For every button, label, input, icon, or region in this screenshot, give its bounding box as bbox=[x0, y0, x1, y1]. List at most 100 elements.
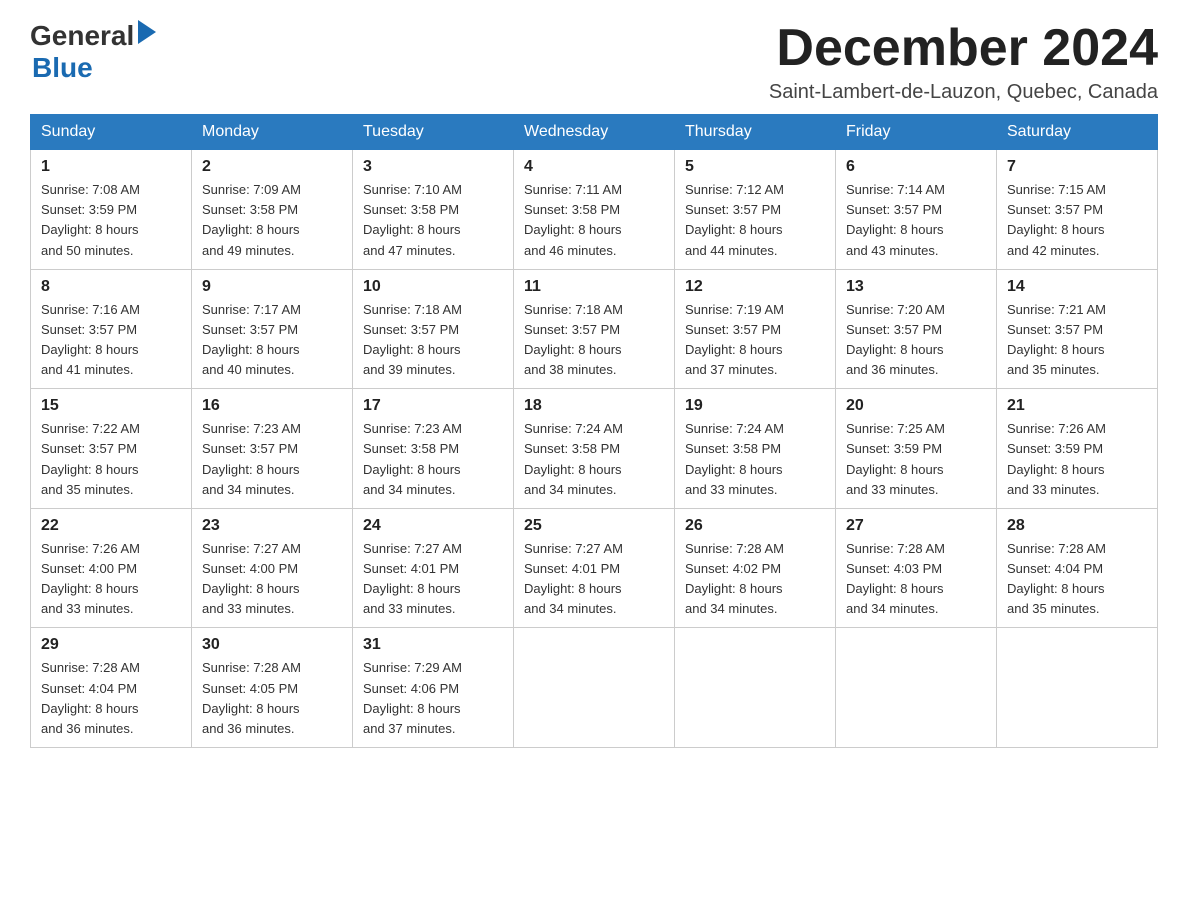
day-info: Sunrise: 7:21 AM Sunset: 3:57 PM Dayligh… bbox=[1007, 300, 1147, 381]
day-number: 10 bbox=[363, 278, 503, 296]
day-number: 21 bbox=[1007, 397, 1147, 415]
calendar-cell: 11 Sunrise: 7:18 AM Sunset: 3:57 PM Dayl… bbox=[514, 269, 675, 389]
day-info: Sunrise: 7:15 AM Sunset: 3:57 PM Dayligh… bbox=[1007, 180, 1147, 261]
logo-general: General bbox=[30, 20, 134, 52]
day-info: Sunrise: 7:14 AM Sunset: 3:57 PM Dayligh… bbox=[846, 180, 986, 261]
header-tuesday: Tuesday bbox=[353, 115, 514, 150]
title-block: December 2024 Saint-Lambert-de-Lauzon, Q… bbox=[769, 20, 1158, 104]
day-number: 13 bbox=[846, 278, 986, 296]
calendar-cell: 14 Sunrise: 7:21 AM Sunset: 3:57 PM Dayl… bbox=[997, 269, 1158, 389]
day-info: Sunrise: 7:27 AM Sunset: 4:01 PM Dayligh… bbox=[524, 539, 664, 620]
calendar-cell: 30 Sunrise: 7:28 AM Sunset: 4:05 PM Dayl… bbox=[192, 628, 353, 748]
calendar-cell bbox=[514, 628, 675, 748]
day-number: 16 bbox=[202, 397, 342, 415]
month-title: December 2024 bbox=[769, 20, 1158, 77]
calendar-cell: 29 Sunrise: 7:28 AM Sunset: 4:04 PM Dayl… bbox=[31, 628, 192, 748]
location: Saint-Lambert-de-Lauzon, Quebec, Canada bbox=[769, 81, 1158, 104]
day-info: Sunrise: 7:23 AM Sunset: 3:58 PM Dayligh… bbox=[363, 419, 503, 500]
calendar-cell: 6 Sunrise: 7:14 AM Sunset: 3:57 PM Dayli… bbox=[836, 150, 997, 270]
day-number: 2 bbox=[202, 158, 342, 176]
calendar-cell: 2 Sunrise: 7:09 AM Sunset: 3:58 PM Dayli… bbox=[192, 150, 353, 270]
logo: General Blue bbox=[30, 20, 156, 84]
day-info: Sunrise: 7:09 AM Sunset: 3:58 PM Dayligh… bbox=[202, 180, 342, 261]
day-info: Sunrise: 7:28 AM Sunset: 4:04 PM Dayligh… bbox=[1007, 539, 1147, 620]
day-info: Sunrise: 7:08 AM Sunset: 3:59 PM Dayligh… bbox=[41, 180, 181, 261]
header-sunday: Sunday bbox=[31, 115, 192, 150]
day-info: Sunrise: 7:22 AM Sunset: 3:57 PM Dayligh… bbox=[41, 419, 181, 500]
day-info: Sunrise: 7:17 AM Sunset: 3:57 PM Dayligh… bbox=[202, 300, 342, 381]
calendar-cell: 28 Sunrise: 7:28 AM Sunset: 4:04 PM Dayl… bbox=[997, 508, 1158, 628]
day-info: Sunrise: 7:24 AM Sunset: 3:58 PM Dayligh… bbox=[524, 419, 664, 500]
calendar-cell: 4 Sunrise: 7:11 AM Sunset: 3:58 PM Dayli… bbox=[514, 150, 675, 270]
calendar-cell: 10 Sunrise: 7:18 AM Sunset: 3:57 PM Dayl… bbox=[353, 269, 514, 389]
day-info: Sunrise: 7:27 AM Sunset: 4:00 PM Dayligh… bbox=[202, 539, 342, 620]
calendar-cell: 13 Sunrise: 7:20 AM Sunset: 3:57 PM Dayl… bbox=[836, 269, 997, 389]
calendar-cell: 9 Sunrise: 7:17 AM Sunset: 3:57 PM Dayli… bbox=[192, 269, 353, 389]
day-number: 12 bbox=[685, 278, 825, 296]
day-number: 25 bbox=[524, 517, 664, 535]
day-number: 11 bbox=[524, 278, 664, 296]
day-number: 1 bbox=[41, 158, 181, 176]
day-info: Sunrise: 7:23 AM Sunset: 3:57 PM Dayligh… bbox=[202, 419, 342, 500]
calendar-week-row-3: 22 Sunrise: 7:26 AM Sunset: 4:00 PM Dayl… bbox=[31, 508, 1158, 628]
day-number: 6 bbox=[846, 158, 986, 176]
header-monday: Monday bbox=[192, 115, 353, 150]
day-info: Sunrise: 7:19 AM Sunset: 3:57 PM Dayligh… bbox=[685, 300, 825, 381]
calendar-cell: 8 Sunrise: 7:16 AM Sunset: 3:57 PM Dayli… bbox=[31, 269, 192, 389]
calendar-table: Sunday Monday Tuesday Wednesday Thursday… bbox=[30, 114, 1158, 748]
header-thursday: Thursday bbox=[675, 115, 836, 150]
calendar-week-row-1: 8 Sunrise: 7:16 AM Sunset: 3:57 PM Dayli… bbox=[31, 269, 1158, 389]
day-number: 7 bbox=[1007, 158, 1147, 176]
calendar-cell: 12 Sunrise: 7:19 AM Sunset: 3:57 PM Dayl… bbox=[675, 269, 836, 389]
calendar-cell: 25 Sunrise: 7:27 AM Sunset: 4:01 PM Dayl… bbox=[514, 508, 675, 628]
calendar-cell: 15 Sunrise: 7:22 AM Sunset: 3:57 PM Dayl… bbox=[31, 389, 192, 509]
page-header: General Blue December 2024 Saint-Lambert… bbox=[30, 20, 1158, 104]
day-info: Sunrise: 7:16 AM Sunset: 3:57 PM Dayligh… bbox=[41, 300, 181, 381]
day-info: Sunrise: 7:29 AM Sunset: 4:06 PM Dayligh… bbox=[363, 658, 503, 739]
calendar-cell: 3 Sunrise: 7:10 AM Sunset: 3:58 PM Dayli… bbox=[353, 150, 514, 270]
day-number: 28 bbox=[1007, 517, 1147, 535]
calendar-week-row-2: 15 Sunrise: 7:22 AM Sunset: 3:57 PM Dayl… bbox=[31, 389, 1158, 509]
logo-blue: Blue bbox=[32, 52, 156, 84]
calendar-cell: 24 Sunrise: 7:27 AM Sunset: 4:01 PM Dayl… bbox=[353, 508, 514, 628]
header-wednesday: Wednesday bbox=[514, 115, 675, 150]
calendar-cell: 1 Sunrise: 7:08 AM Sunset: 3:59 PM Dayli… bbox=[31, 150, 192, 270]
calendar-cell bbox=[675, 628, 836, 748]
header-friday: Friday bbox=[836, 115, 997, 150]
calendar-cell: 26 Sunrise: 7:28 AM Sunset: 4:02 PM Dayl… bbox=[675, 508, 836, 628]
day-number: 23 bbox=[202, 517, 342, 535]
day-number: 5 bbox=[685, 158, 825, 176]
day-number: 3 bbox=[363, 158, 503, 176]
day-info: Sunrise: 7:28 AM Sunset: 4:04 PM Dayligh… bbox=[41, 658, 181, 739]
calendar-cell bbox=[836, 628, 997, 748]
day-info: Sunrise: 7:18 AM Sunset: 3:57 PM Dayligh… bbox=[524, 300, 664, 381]
calendar-header-row: Sunday Monday Tuesday Wednesday Thursday… bbox=[31, 115, 1158, 150]
day-number: 14 bbox=[1007, 278, 1147, 296]
day-number: 17 bbox=[363, 397, 503, 415]
day-number: 27 bbox=[846, 517, 986, 535]
calendar-cell: 23 Sunrise: 7:27 AM Sunset: 4:00 PM Dayl… bbox=[192, 508, 353, 628]
day-info: Sunrise: 7:10 AM Sunset: 3:58 PM Dayligh… bbox=[363, 180, 503, 261]
calendar-cell: 17 Sunrise: 7:23 AM Sunset: 3:58 PM Dayl… bbox=[353, 389, 514, 509]
calendar-cell: 31 Sunrise: 7:29 AM Sunset: 4:06 PM Dayl… bbox=[353, 628, 514, 748]
calendar-week-row-4: 29 Sunrise: 7:28 AM Sunset: 4:04 PM Dayl… bbox=[31, 628, 1158, 748]
day-info: Sunrise: 7:28 AM Sunset: 4:02 PM Dayligh… bbox=[685, 539, 825, 620]
day-info: Sunrise: 7:28 AM Sunset: 4:05 PM Dayligh… bbox=[202, 658, 342, 739]
day-number: 18 bbox=[524, 397, 664, 415]
day-info: Sunrise: 7:11 AM Sunset: 3:58 PM Dayligh… bbox=[524, 180, 664, 261]
day-number: 29 bbox=[41, 636, 181, 654]
calendar-cell: 16 Sunrise: 7:23 AM Sunset: 3:57 PM Dayl… bbox=[192, 389, 353, 509]
day-number: 31 bbox=[363, 636, 503, 654]
calendar-cell: 5 Sunrise: 7:12 AM Sunset: 3:57 PM Dayli… bbox=[675, 150, 836, 270]
day-info: Sunrise: 7:20 AM Sunset: 3:57 PM Dayligh… bbox=[846, 300, 986, 381]
day-number: 20 bbox=[846, 397, 986, 415]
day-number: 24 bbox=[363, 517, 503, 535]
day-info: Sunrise: 7:24 AM Sunset: 3:58 PM Dayligh… bbox=[685, 419, 825, 500]
day-info: Sunrise: 7:18 AM Sunset: 3:57 PM Dayligh… bbox=[363, 300, 503, 381]
calendar-cell: 27 Sunrise: 7:28 AM Sunset: 4:03 PM Dayl… bbox=[836, 508, 997, 628]
calendar-cell: 20 Sunrise: 7:25 AM Sunset: 3:59 PM Dayl… bbox=[836, 389, 997, 509]
day-number: 30 bbox=[202, 636, 342, 654]
calendar-week-row-0: 1 Sunrise: 7:08 AM Sunset: 3:59 PM Dayli… bbox=[31, 150, 1158, 270]
day-info: Sunrise: 7:28 AM Sunset: 4:03 PM Dayligh… bbox=[846, 539, 986, 620]
calendar-cell bbox=[997, 628, 1158, 748]
